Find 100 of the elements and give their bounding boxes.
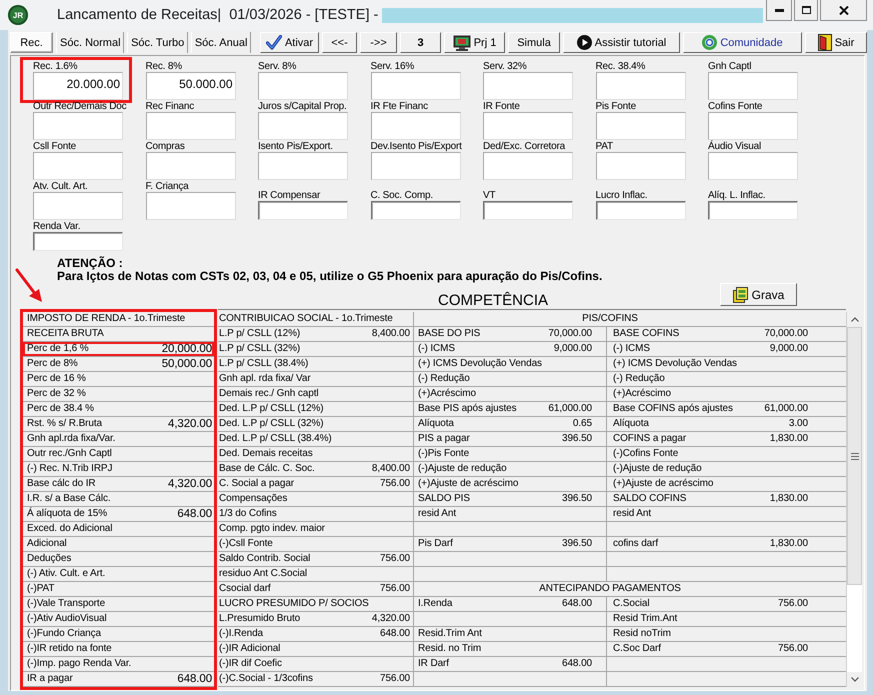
annotation-arrow <box>15 268 43 302</box>
row-label: 1/3 do Cofins <box>219 508 277 520</box>
input-field[interactable] <box>483 201 573 220</box>
close-icon <box>838 6 848 14</box>
field-label: Serv. 8% <box>258 62 296 72</box>
input-field[interactable] <box>483 152 573 180</box>
row-label: SALDO PIS <box>418 493 470 505</box>
input-field[interactable]: 20.000.00 <box>33 72 123 100</box>
tab[interactable]: Sóc. Normal <box>56 32 124 53</box>
grip-icon <box>850 452 858 460</box>
input-field[interactable] <box>483 112 573 140</box>
door-icon <box>818 34 832 51</box>
row-value: 648.00 <box>177 508 212 520</box>
save-button[interactable]: Grava <box>720 283 797 306</box>
field-label: Ded/Exc. Corretora <box>483 142 565 152</box>
input-field[interactable] <box>708 112 798 140</box>
next-button[interactable]: ->> <box>360 32 397 53</box>
input-field[interactable] <box>370 72 460 100</box>
input-field[interactable] <box>146 112 236 140</box>
row-label: C.Social <box>613 598 650 610</box>
input-field[interactable] <box>33 112 123 140</box>
row-label: LUCRO PRESUMIDO P/ SOCIOS <box>219 598 369 610</box>
input-field[interactable] <box>596 201 686 220</box>
input-field[interactable] <box>33 232 123 251</box>
input-field[interactable] <box>370 152 460 180</box>
row-label: (-)Vale Transporte <box>27 598 106 610</box>
scroll-down-button[interactable] <box>847 672 862 687</box>
row-label: C.Soc Darf <box>613 643 661 655</box>
minimize-button[interactable] <box>766 0 792 21</box>
row-label: Base PIS após ajustes <box>418 403 517 415</box>
row-value: 70,000.00 <box>764 328 808 340</box>
input-field[interactable] <box>708 152 798 180</box>
row-label: (-)PAT <box>27 583 54 595</box>
scrollbar-thumb[interactable] <box>847 327 862 585</box>
row-label: residuo Ant C.Social <box>219 568 308 580</box>
previous-button[interactable]: <<- <box>322 32 357 53</box>
row-label: (-) ICMS <box>418 343 455 355</box>
scroll-up-button[interactable] <box>847 312 862 327</box>
tab[interactable]: Sóc. Anual <box>190 32 252 53</box>
input-field[interactable] <box>146 192 236 220</box>
input-field[interactable] <box>483 72 573 100</box>
input-field[interactable] <box>258 72 348 100</box>
input-field[interactable] <box>708 201 798 220</box>
maximize-button[interactable] <box>794 0 818 21</box>
row-label: Gnh apl.rda fixa/Var. <box>27 433 116 445</box>
row-value: 70,000.00 <box>548 328 592 340</box>
row-label: (-) Redução <box>613 373 665 385</box>
input-field[interactable] <box>708 72 798 100</box>
exit-button[interactable]: Sair <box>805 32 867 53</box>
input-field[interactable] <box>596 112 686 140</box>
field-label: Serv. 16% <box>370 62 414 72</box>
input-field[interactable] <box>33 152 123 180</box>
input-field[interactable] <box>596 152 686 180</box>
row-label: (-)Imp. pago Renda Var. <box>27 658 132 670</box>
row-label: L.P p/ CSLL (12%) <box>219 328 300 340</box>
input-field[interactable] <box>258 112 348 140</box>
tutorial-button[interactable]: Assistir tutorial <box>563 32 680 53</box>
row-label: Base COFINS após ajustes <box>613 403 733 415</box>
row-value: 8,400.00 <box>372 328 410 340</box>
input-field[interactable] <box>370 201 460 220</box>
row-value: 61,000.00 <box>548 403 592 415</box>
input-field[interactable] <box>33 192 123 220</box>
row-label: Saldo Contrib. Social <box>219 553 310 565</box>
counter-button[interactable]: 3 <box>400 32 441 53</box>
field-label: Gnh Captl <box>708 62 752 72</box>
field-label: Alíq. L. Inflac. <box>708 191 766 201</box>
scrollbar-track[interactable] <box>846 312 862 687</box>
tab[interactable]: Sóc. Turbo <box>127 32 188 53</box>
tab[interactable]: Rec. <box>10 32 53 53</box>
field-label: Juros s/Capital Prop. <box>258 102 347 112</box>
activate-button[interactable]: Ativar <box>260 32 319 53</box>
community-button[interactable]: Comunidade <box>683 32 802 53</box>
close-button[interactable] <box>820 0 867 21</box>
row-value: 3.00 <box>788 418 808 430</box>
row-label: Rst. % s/ R.Bruta <box>27 418 102 430</box>
input-field[interactable] <box>258 152 348 180</box>
field-label: Rec. 8% <box>146 62 182 72</box>
ring-icon <box>702 35 718 50</box>
row-label: (-)Csll Fonte <box>219 538 273 550</box>
field-label: Isento Pis/Export. <box>258 142 333 152</box>
input-field[interactable]: 50.000.00 <box>146 72 236 100</box>
row-label: Adicional <box>27 538 67 550</box>
row-value: 756.00 <box>380 553 410 565</box>
row-value: 1,830.00 <box>770 433 808 445</box>
input-field[interactable] <box>596 72 686 100</box>
simulate-button[interactable]: Simula <box>508 32 560 53</box>
field-label: Lucro Inflac. <box>596 191 648 201</box>
input-field[interactable] <box>258 201 348 220</box>
row-value: 50,000.00 <box>162 358 212 370</box>
field-label: PAT <box>596 142 613 152</box>
input-field[interactable] <box>370 112 460 140</box>
row-label: (+)Ajuste de acréscimo <box>613 478 714 490</box>
row-label: Demais rec./ Gnh captl <box>219 388 319 400</box>
input-field[interactable] <box>146 152 236 180</box>
row-label: L.P p/ CSLL (38.4%) <box>219 358 308 370</box>
field-label: Csll Fonte <box>33 142 76 152</box>
project-button[interactable]: Prj 1 <box>444 32 505 53</box>
row-value: 9,000.00 <box>554 343 592 355</box>
row-value: 648.00 <box>380 628 410 640</box>
row-label: Perc de 8% <box>27 358 78 370</box>
